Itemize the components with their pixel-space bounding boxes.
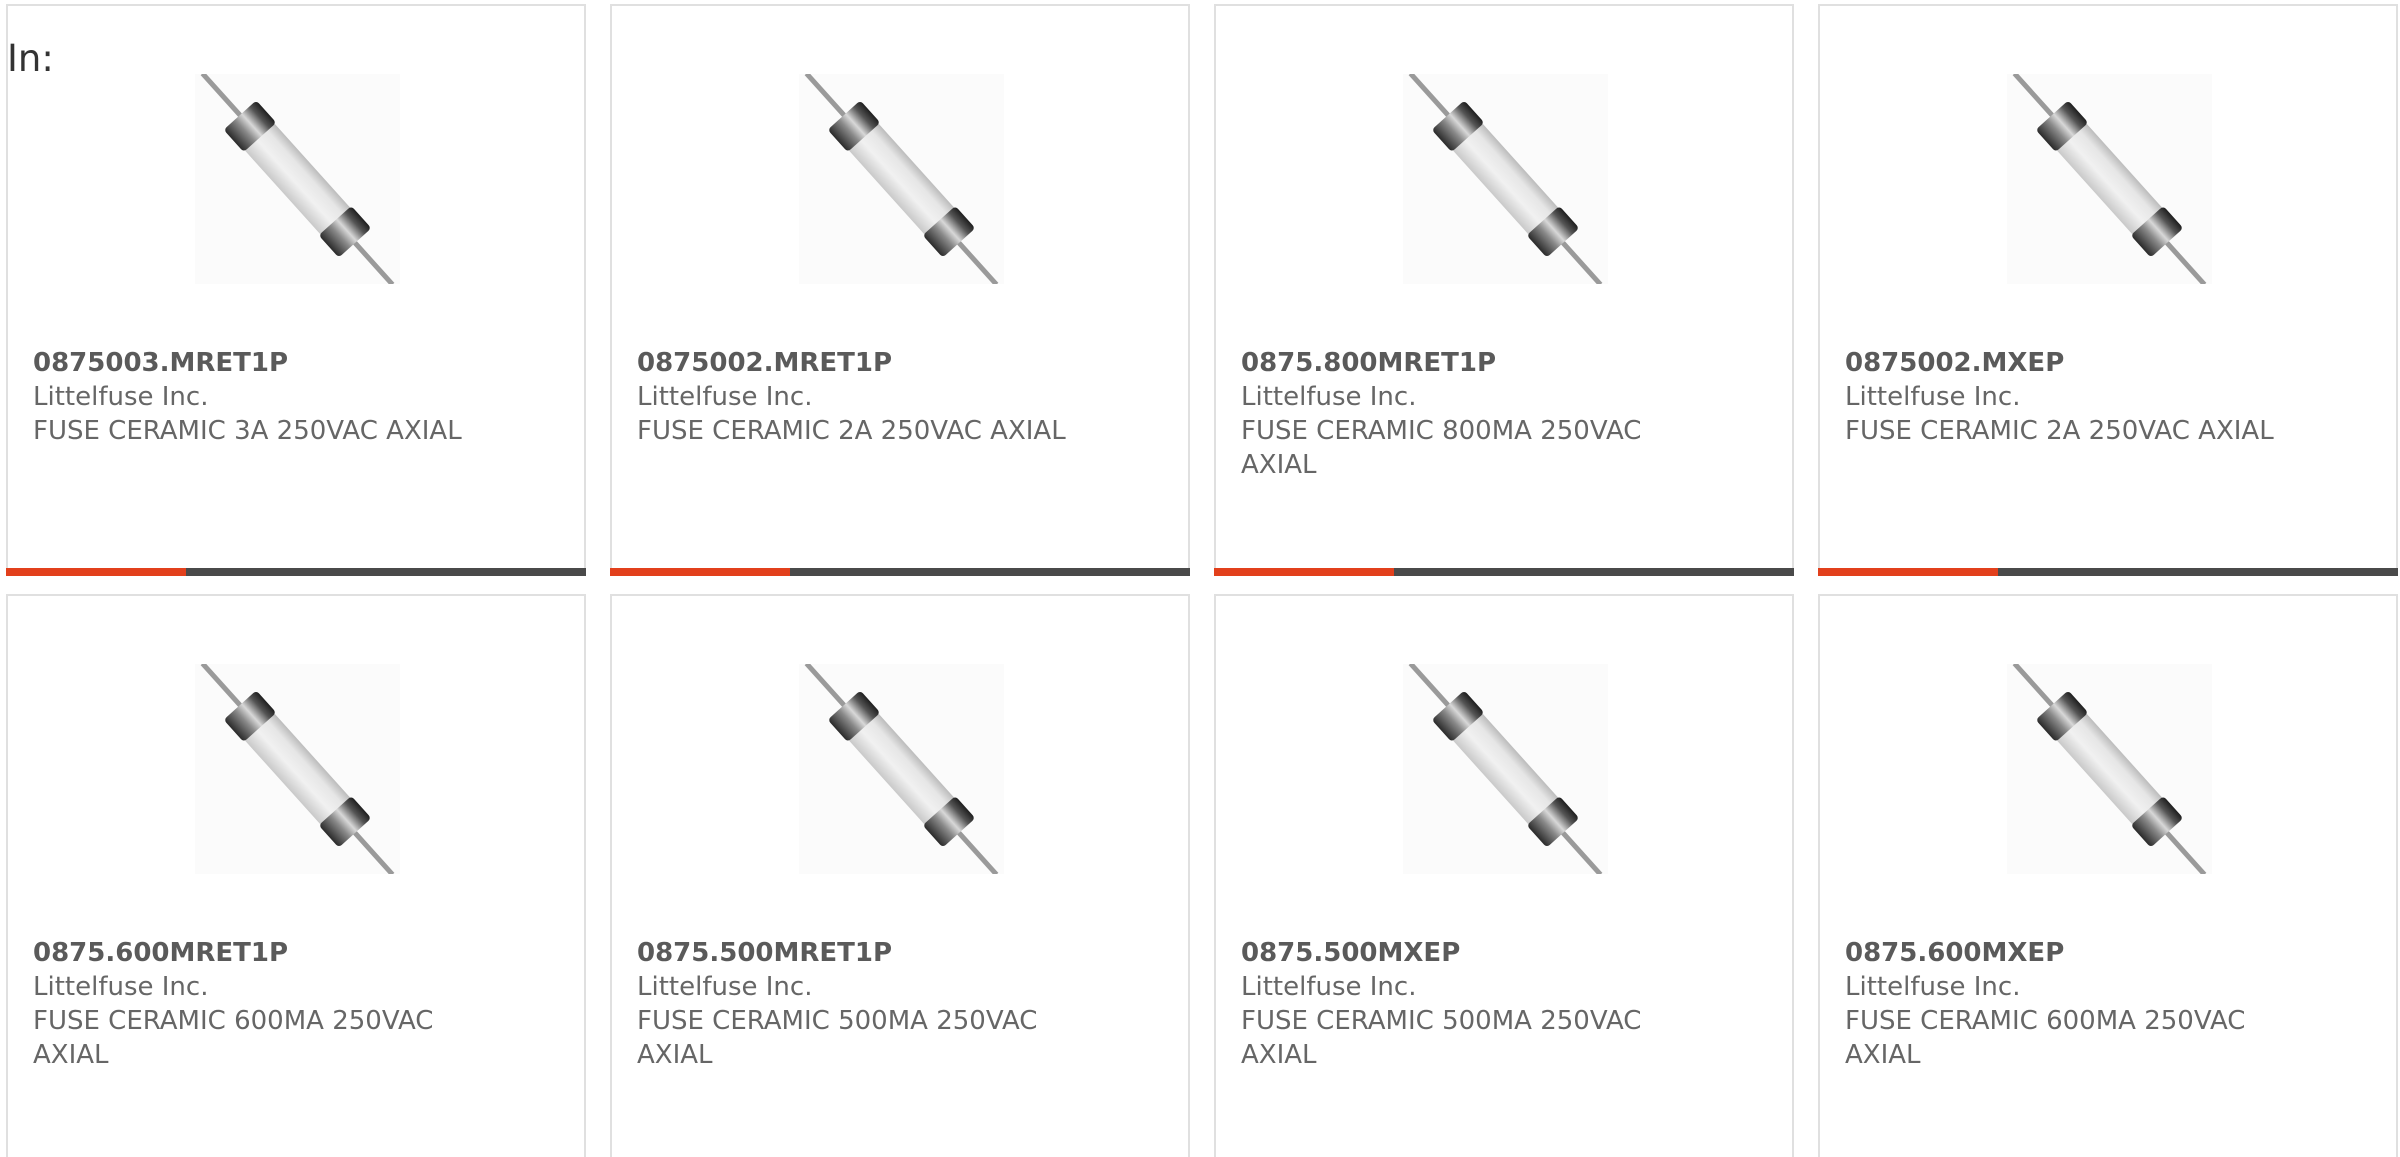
product-card[interactable]: 0875002.MRET1P Littelfuse Inc. FUSE CERA… bbox=[610, 4, 1190, 576]
manufacturer: Littelfuse Inc. bbox=[1241, 382, 1417, 412]
part-number[interactable]: 0875.800MRET1P bbox=[1241, 348, 1496, 378]
part-number[interactable]: 0875.600MXEP bbox=[1845, 938, 2064, 968]
product-description: FUSE CERAMIC 3A 250VAC AXIAL bbox=[33, 416, 462, 446]
axial-fuse-image[interactable] bbox=[799, 74, 1004, 284]
part-number[interactable]: 0875002.MRET1P bbox=[637, 348, 892, 378]
product-card[interactable]: 0875.500MRET1P Littelfuse Inc. FUSE CERA… bbox=[610, 594, 1190, 1157]
product-description: FUSE CERAMIC 500MA 250VAC AXIAL bbox=[1241, 1006, 1642, 1070]
axial-fuse-image[interactable] bbox=[195, 74, 400, 284]
manufacturer: Littelfuse Inc. bbox=[33, 382, 209, 412]
product-description: FUSE CERAMIC 2A 250VAC AXIAL bbox=[637, 416, 1066, 446]
axial-fuse-image[interactable] bbox=[799, 664, 1004, 874]
axial-fuse-image[interactable] bbox=[1403, 74, 1608, 284]
product-card[interactable]: 0875002.MXEP Littelfuse Inc. FUSE CERAMI… bbox=[1818, 4, 2398, 576]
product-description: FUSE CERAMIC 600MA 250VAC AXIAL bbox=[1845, 1006, 2246, 1070]
product-card[interactable]: 0875003.MRET1P Littelfuse Inc. FUSE CERA… bbox=[6, 4, 586, 576]
part-number[interactable]: 0875.600MRET1P bbox=[33, 938, 288, 968]
progress-fill bbox=[1214, 568, 1394, 576]
axial-fuse-image[interactable] bbox=[2007, 664, 2212, 874]
manufacturer: Littelfuse Inc. bbox=[637, 382, 813, 412]
axial-fuse-image[interactable] bbox=[195, 664, 400, 874]
product-card[interactable]: 0875.500MXEP Littelfuse Inc. FUSE CERAMI… bbox=[1214, 594, 1794, 1157]
product-card[interactable]: 0875.600MRET1P Littelfuse Inc. FUSE CERA… bbox=[6, 594, 586, 1157]
part-number[interactable]: 0875.500MRET1P bbox=[637, 938, 892, 968]
product-card[interactable]: 0875.800MRET1P Littelfuse Inc. FUSE CERA… bbox=[1214, 4, 1794, 576]
progress-bar bbox=[1818, 568, 2398, 576]
progress-bar bbox=[1214, 568, 1794, 576]
product-grid: 0875003.MRET1P Littelfuse Inc. FUSE CERA… bbox=[6, 4, 2398, 1157]
manufacturer: Littelfuse Inc. bbox=[637, 972, 813, 1002]
progress-fill bbox=[610, 568, 790, 576]
product-description: FUSE CERAMIC 600MA 250VAC AXIAL bbox=[33, 1006, 434, 1070]
progress-bar bbox=[6, 568, 586, 576]
product-description: FUSE CERAMIC 2A 250VAC AXIAL bbox=[1845, 416, 2274, 446]
manufacturer: Littelfuse Inc. bbox=[1845, 972, 2021, 1002]
manufacturer: Littelfuse Inc. bbox=[1241, 972, 1417, 1002]
part-number[interactable]: 0875.500MXEP bbox=[1241, 938, 1460, 968]
part-number[interactable]: 0875003.MRET1P bbox=[33, 348, 288, 378]
product-description: FUSE CERAMIC 500MA 250VAC AXIAL bbox=[637, 1006, 1038, 1070]
progress-fill bbox=[1818, 568, 1998, 576]
part-number[interactable]: 0875002.MXEP bbox=[1845, 348, 2064, 378]
progress-fill bbox=[6, 568, 186, 576]
manufacturer: Littelfuse Inc. bbox=[1845, 382, 2021, 412]
axial-fuse-image[interactable] bbox=[2007, 74, 2212, 284]
product-description: FUSE CERAMIC 800MA 250VAC AXIAL bbox=[1241, 416, 1642, 480]
axial-fuse-image[interactable] bbox=[1403, 664, 1608, 874]
product-card[interactable]: 0875.600MXEP Littelfuse Inc. FUSE CERAMI… bbox=[1818, 594, 2398, 1157]
manufacturer: Littelfuse Inc. bbox=[33, 972, 209, 1002]
product-results-page: In: 0875003.MRET1P Littelfuse Inc. FUSE … bbox=[0, 0, 2400, 1157]
in-label: In: bbox=[7, 37, 54, 80]
progress-bar bbox=[610, 568, 1190, 576]
